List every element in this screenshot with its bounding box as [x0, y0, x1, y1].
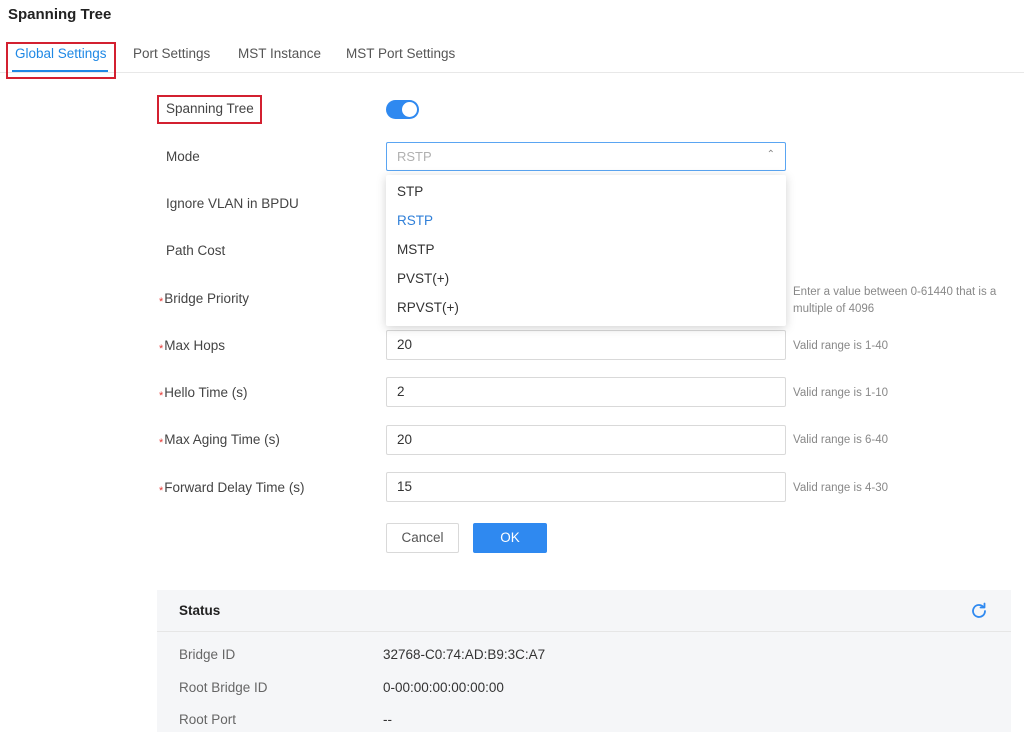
cancel-button[interactable]: Cancel [386, 523, 459, 553]
required-mark: * [159, 437, 164, 449]
mode-dropdown-menu: STP RSTP MSTP PVST(+) RPVST(+) [386, 175, 786, 326]
hello-time-label: Hello Time (s) [164, 385, 248, 400]
max-hops-input[interactable]: 20 [386, 330, 786, 360]
forward-delay-label: Forward Delay Time (s) [164, 480, 305, 495]
mode-option-stp[interactable]: STP [397, 184, 423, 199]
mode-label: Mode [166, 149, 200, 164]
mode-option-mstp[interactable]: MSTP [397, 242, 435, 257]
status-key-bridge-id: Bridge ID [179, 647, 236, 662]
bridge-priority-hint-line2: multiple of 4096 [793, 303, 875, 315]
required-mark: * [159, 343, 164, 355]
bridge-priority-label-wrap: *Bridge Priority [159, 291, 250, 308]
required-mark: * [159, 390, 164, 402]
max-aging-label: Max Aging Time (s) [164, 432, 280, 447]
spanning-tree-toggle[interactable] [386, 100, 419, 119]
status-title: Status [179, 603, 221, 618]
toggle-knob [402, 102, 417, 117]
bridge-priority-hint-line1: Enter a value between 0-61440 that is a [793, 286, 997, 298]
forward-delay-hint: Valid range is 4-30 [793, 482, 889, 494]
forward-delay-input[interactable]: 15 [386, 472, 786, 502]
highlight-box-spanning-tree [157, 95, 262, 124]
mode-option-rstp[interactable]: RSTP [397, 213, 433, 228]
page-title: Spanning Tree [8, 6, 112, 23]
hello-time-hint: Valid range is 1-10 [793, 387, 889, 399]
refresh-icon[interactable] [969, 601, 989, 621]
max-aging-hint: Valid range is 6-40 [793, 434, 889, 446]
highlight-box-tab [6, 42, 116, 79]
status-value-bridge-id: 32768-C0:74:AD:B9:3C:A7 [383, 647, 546, 662]
tab-mst-port-settings[interactable]: MST Port Settings [346, 46, 455, 61]
status-key-root-bridge-id: Root Bridge ID [179, 680, 268, 695]
path-cost-label: Path Cost [166, 243, 226, 258]
bridge-priority-hint: Enter a value between 0-61440 that is a m… [793, 284, 996, 318]
status-key-root-port: Root Port [179, 712, 237, 727]
chevron-up-icon: ⌃ [766, 149, 775, 160]
bridge-priority-label: Bridge Priority [164, 291, 250, 306]
status-header: Status [157, 590, 1011, 632]
tab-mst-instance[interactable]: MST Instance [238, 46, 321, 61]
mode-select[interactable]: RSTP ⌃ [386, 142, 786, 171]
required-mark: * [159, 485, 164, 497]
mode-select-value: RSTP [397, 149, 432, 164]
required-mark: * [159, 296, 164, 308]
mode-option-pvst[interactable]: PVST(+) [397, 271, 449, 286]
status-value-root-bridge-id: 0-00:00:00:00:00:00 [383, 680, 504, 695]
max-hops-label: Max Hops [164, 338, 226, 353]
ignore-vlan-label: Ignore VLAN in BPDU [166, 196, 299, 211]
max-aging-label-wrap: *Max Aging Time (s) [159, 432, 280, 449]
mode-option-rpvst[interactable]: RPVST(+) [397, 300, 459, 315]
max-hops-hint: Valid range is 1-40 [793, 340, 889, 352]
max-aging-input[interactable]: 20 [386, 425, 786, 455]
status-panel: Status Bridge ID 32768-C0:74:AD:B9:3C:A7… [157, 590, 1011, 732]
hello-time-label-wrap: *Hello Time (s) [159, 385, 248, 402]
forward-delay-label-wrap: *Forward Delay Time (s) [159, 480, 305, 497]
hello-time-input[interactable]: 2 [386, 377, 786, 407]
status-value-root-port: -- [383, 712, 392, 727]
max-hops-label-wrap: *Max Hops [159, 338, 226, 355]
ok-button[interactable]: OK [473, 523, 547, 553]
tab-port-settings[interactable]: Port Settings [133, 46, 210, 61]
tab-bar: Global Settings Port Settings MST Instan… [0, 40, 1024, 73]
